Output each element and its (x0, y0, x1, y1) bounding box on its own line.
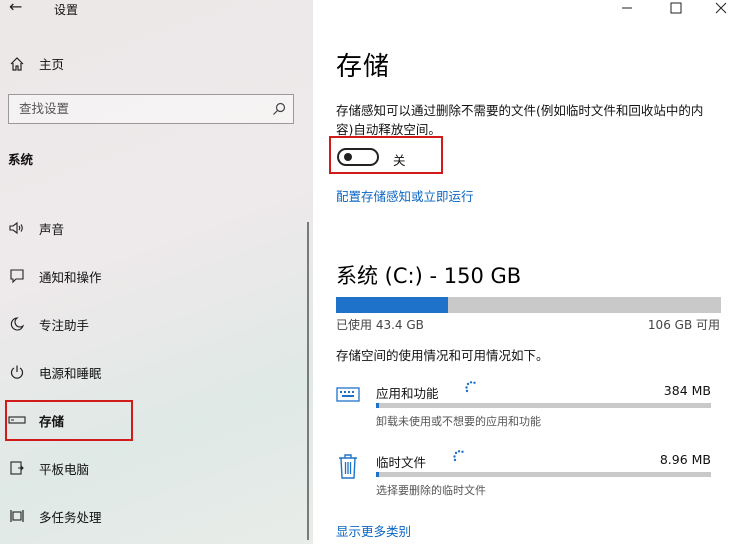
storage-icon (8, 411, 26, 429)
category-name: 临时文件 (376, 455, 427, 470)
configure-storage-sense-link[interactable]: 配置存储感知或立即运行 (336, 186, 474, 205)
sidebar-item-label: 通知和操作 (39, 269, 102, 285)
toggle-knob (344, 153, 352, 161)
category-usage-fill (376, 472, 379, 477)
power-icon (8, 363, 26, 381)
trash-icon (336, 452, 360, 479)
show-more-categories-link[interactable]: 显示更多类别 (336, 521, 411, 540)
category-usage-bar (376, 472, 711, 477)
drive-free-label: 106 GB 可用 (647, 318, 720, 332)
sidebar-item-label: 声音 (39, 221, 65, 237)
sidebar-item-label: 电源和睡眠 (39, 365, 102, 381)
drive-title: 系统 (C:) - 150 GB (336, 264, 522, 288)
drive-usage-bar (336, 297, 721, 313)
multitask-icon (8, 507, 26, 525)
sidebar-item-focus-assist[interactable]: 专注助手 (8, 312, 89, 336)
back-arrow-icon[interactable]: ← (9, 0, 22, 16)
minimize-button[interactable] (612, 0, 642, 16)
sidebar-item-label: 存储 (39, 413, 65, 429)
search-input[interactable] (19, 101, 259, 116)
close-button[interactable] (706, 0, 734, 16)
maximize-button[interactable] (661, 0, 691, 16)
storage-sense-toggle[interactable] (337, 148, 379, 166)
home-icon (8, 55, 26, 73)
sidebar: ← 设置 主页 系统 声音 通知和操作 专注助手 电源和睡 (0, 0, 313, 544)
moon-icon (8, 315, 26, 333)
category-description: 选择要删除的临时文件 (376, 484, 486, 497)
section-title: 系统 (8, 152, 34, 167)
drive-used-label: 已使用 43.4 GB (336, 318, 424, 332)
sidebar-item-notifications[interactable]: 通知和操作 (8, 264, 102, 288)
sidebar-item-label: 主页 (39, 57, 65, 72)
sidebar-item-sound[interactable]: 声音 (8, 216, 64, 240)
tablet-icon (8, 459, 26, 477)
toggle-state-label: 关 (393, 153, 406, 168)
category-usage-fill (376, 403, 380, 408)
sidebar-item-home[interactable]: 主页 (8, 54, 64, 73)
sidebar-scrollbar[interactable] (307, 222, 309, 540)
category-description: 卸载未使用或不想要的应用和功能 (376, 415, 541, 428)
sidebar-item-multitasking[interactable]: 多任务处理 (8, 504, 102, 528)
search-icon[interactable] (271, 101, 287, 117)
usage-note: 存储空间的使用情况和可用情况如下。 (336, 348, 549, 363)
category-temp-files[interactable]: 临时文件 8.96 MB 选择要删除的临时文件 (336, 450, 711, 512)
category-name: 应用和功能 (376, 386, 439, 401)
drive-usage-fill (336, 297, 448, 313)
search-box[interactable] (8, 94, 294, 124)
category-usage-bar (376, 403, 711, 408)
keyboard-icon (336, 383, 360, 409)
sidebar-item-power[interactable]: 电源和睡眠 (8, 360, 102, 384)
loading-spinner-icon (452, 448, 466, 462)
storage-sense-description: 存储感知可以通过删除不需要的文件(例如临时文件和回收站中的内容)自动释放空间。 (336, 103, 704, 137)
category-size: 384 MB (663, 383, 711, 398)
speaker-icon (8, 219, 26, 237)
sidebar-item-tablet[interactable]: 平板电脑 (8, 456, 89, 480)
category-apps-features[interactable]: 应用和功能 384 MB 卸载未使用或不想要的应用和功能 (336, 381, 711, 443)
sidebar-item-label: 平板电脑 (39, 461, 90, 477)
sidebar-item-label: 专注助手 (39, 317, 90, 333)
sidebar-item-storage[interactable]: 存储 (8, 408, 64, 432)
notification-icon (8, 267, 26, 285)
category-size: 8.96 MB (659, 452, 711, 467)
loading-spinner-icon (464, 379, 478, 393)
page-title: 存储 (336, 52, 391, 82)
window-title: 设置 (54, 3, 79, 17)
sidebar-item-label: 多任务处理 (39, 509, 102, 525)
